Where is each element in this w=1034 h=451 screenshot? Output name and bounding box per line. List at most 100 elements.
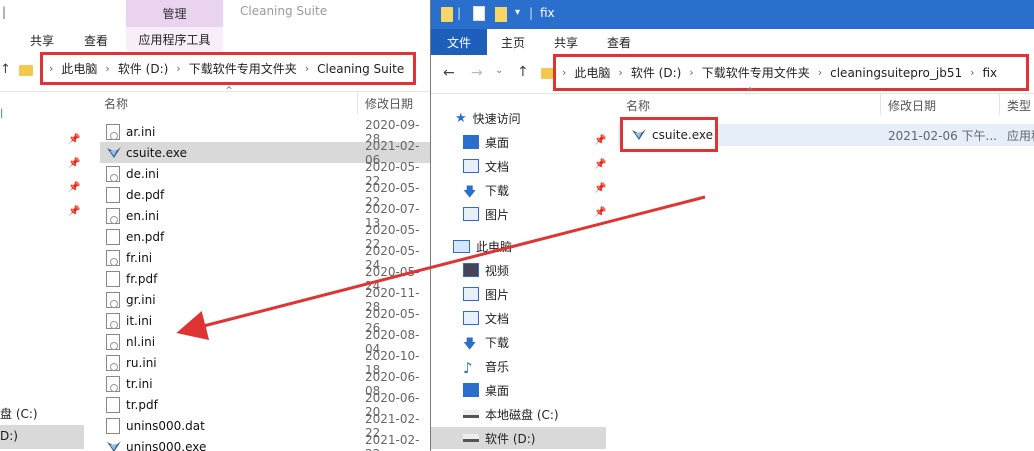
ini-file-icon [106, 291, 120, 308]
breadcrumb-cleaning-suite[interactable]: Cleaning Suite [317, 62, 404, 76]
nav-label: 图片 [485, 207, 510, 222]
nav-this-pc[interactable]: 此电脑 [453, 235, 512, 257]
back-arrow-icon[interactable]: ← [443, 65, 455, 81]
column-type[interactable]: 类型 [1007, 97, 1031, 114]
column-modified[interactable]: 修改日期 [365, 95, 413, 112]
chevron-right-icon: › [176, 62, 181, 75]
video-icon [463, 263, 479, 277]
tab-file[interactable]: 文件 [431, 29, 487, 55]
nav-quick-download[interactable]: 🡇 下载 [463, 179, 509, 201]
nav-pc-drive-c[interactable]: 本地磁盘 (C:) [463, 403, 559, 425]
new-folder-icon[interactable] [495, 7, 507, 22]
pin-icon[interactable]: 📌 [594, 159, 606, 170]
breadcrumb-cleaningsuitepro[interactable]: cleaningsuitepro_jb51 [830, 66, 962, 80]
documents-icon [463, 159, 479, 173]
nav-item-disk-c[interactable]: 盘 (C:) [0, 405, 38, 422]
tab-view[interactable]: 查看 [84, 32, 108, 49]
file-date: 2021-02-22 [365, 432, 420, 451]
nav-pc-desktop[interactable]: 桌面 [463, 379, 509, 401]
tab-share[interactable]: 共享 [554, 34, 578, 51]
properties-icon[interactable] [473, 6, 485, 21]
breadcrumb-this-pc[interactable]: 此电脑 [574, 64, 610, 81]
ini-file-icon [106, 249, 120, 266]
chevron-down-icon[interactable]: ⌄ [495, 65, 503, 76]
chevron-right-icon: › [105, 62, 110, 75]
nav-label: 此电脑 [476, 239, 513, 254]
breadcrumb-drive-d[interactable]: 软件 (D:) [118, 60, 168, 77]
pin-icon[interactable]: 📌 [68, 158, 80, 169]
ini-file-icon [106, 375, 120, 392]
breadcrumb-drive-d[interactable]: 软件 (D:) [631, 64, 681, 81]
file-name: it.ini [126, 313, 153, 328]
file-name: tr.ini [126, 376, 153, 391]
column-divider [880, 93, 881, 115]
nav-pc-drive-d[interactable]: 软件 (D:) [431, 427, 606, 449]
column-modified[interactable]: 修改日期 [888, 97, 936, 114]
up-arrow-icon[interactable]: ↑ [517, 64, 529, 80]
breadcrumb-download-folder[interactable]: 下载软件专用文件夹 [702, 64, 810, 81]
file-date: 2021-02-06 下午... [888, 129, 997, 143]
folder-icon [19, 65, 33, 76]
star-icon: ★ [455, 110, 467, 126]
nav-label: 桌面 [485, 383, 510, 398]
sort-up-icon: ⌃ [745, 85, 756, 99]
file-name: ar.ini [126, 124, 156, 139]
breadcrumb-download-folder[interactable]: 下载软件专用文件夹 [189, 60, 297, 77]
nav-pc-music[interactable]: ♪ 音乐 [463, 355, 509, 377]
column-name[interactable]: 名称 [626, 97, 650, 114]
ribbon-tabs: 文件 主页 共享 查看 [431, 29, 1034, 56]
nav-label: 快速访问 [472, 111, 521, 126]
column-divider [357, 92, 358, 114]
drive-c-icon [463, 410, 479, 418]
address-bar[interactable]: › 此电脑 › 软件 (D:) › 下载软件专用文件夹 › Cleaning S… [40, 52, 416, 85]
nav-label: 文档 [485, 159, 510, 174]
breadcrumb-this-pc[interactable]: 此电脑 [61, 60, 97, 77]
nav-label: 下载 [485, 183, 510, 198]
nav-item-disk-d-selected[interactable]: D:) [0, 425, 84, 449]
nav-pc-download[interactable]: 🡇 下载 [463, 331, 509, 353]
customize-dropdown-icon[interactable]: ▾ [515, 7, 520, 18]
pin-icon[interactable]: 📌 [68, 134, 80, 145]
file-name: ru.ini [126, 355, 157, 370]
breadcrumb-fix[interactable]: fix [983, 66, 998, 80]
tab-share[interactable]: 共享 [30, 32, 54, 49]
tab-app-tools[interactable]: 应用程序工具 [126, 27, 223, 51]
file-name: fr.ini [126, 250, 153, 265]
column-name[interactable]: 名称 [104, 95, 128, 112]
nav-label: 软件 (D:) [485, 431, 536, 446]
nav-pc-video[interactable]: 视频 [463, 259, 509, 281]
file-name: gr.ini [126, 292, 156, 307]
nav-pc-documents[interactable]: 文档 [463, 307, 509, 329]
file-row-unins000-exe[interactable]: unins000.exe 2021-02-22 [100, 432, 430, 451]
nav-item-disk-d[interactable]: D:) [0, 429, 18, 443]
file-name: nl.ini [126, 334, 156, 349]
tab-home[interactable]: 主页 [501, 34, 525, 51]
nav-label: 桌面 [485, 135, 510, 150]
pin-icon[interactable]: 📌 [594, 207, 606, 218]
up-arrow-icon[interactable]: ↑ [0, 62, 11, 77]
address-bar[interactable]: › 此电脑 › 软件 (D:) › 下载软件专用文件夹 › cleaningsu… [553, 54, 1029, 91]
nav-quick-desktop[interactable]: 桌面 [463, 131, 509, 153]
music-icon: ♪ [463, 359, 473, 377]
tab-manage[interactable]: 管理 [126, 0, 223, 27]
pin-icon[interactable]: 📌 [594, 183, 606, 194]
forward-arrow-icon[interactable]: → [471, 65, 483, 81]
nav-quick-pictures[interactable]: 图片 [463, 203, 509, 225]
desktop-icon [463, 135, 479, 149]
desktop-icon [463, 383, 479, 397]
tab-view[interactable]: 查看 [607, 34, 631, 51]
file-name: unins000.exe [126, 439, 207, 451]
document-icon [106, 186, 120, 203]
pin-icon[interactable]: 📌 [68, 206, 80, 217]
selected-file-highlight[interactable]: csuite.exe [620, 117, 718, 152]
window-title: Cleaning Suite [240, 4, 328, 18]
nav-quick-access[interactable]: ★ 快速访问 [455, 107, 521, 129]
titlebar-divider: | [529, 6, 534, 20]
nav-label: 音乐 [485, 359, 510, 374]
nav-pc-pictures[interactable]: 图片 [463, 283, 509, 305]
pin-icon[interactable]: 📌 [594, 135, 606, 146]
document-icon [106, 396, 120, 413]
nav-quick-documents[interactable]: 文档 [463, 155, 509, 177]
window-title: fix [540, 6, 555, 20]
pin-icon[interactable]: 📌 [68, 182, 80, 193]
